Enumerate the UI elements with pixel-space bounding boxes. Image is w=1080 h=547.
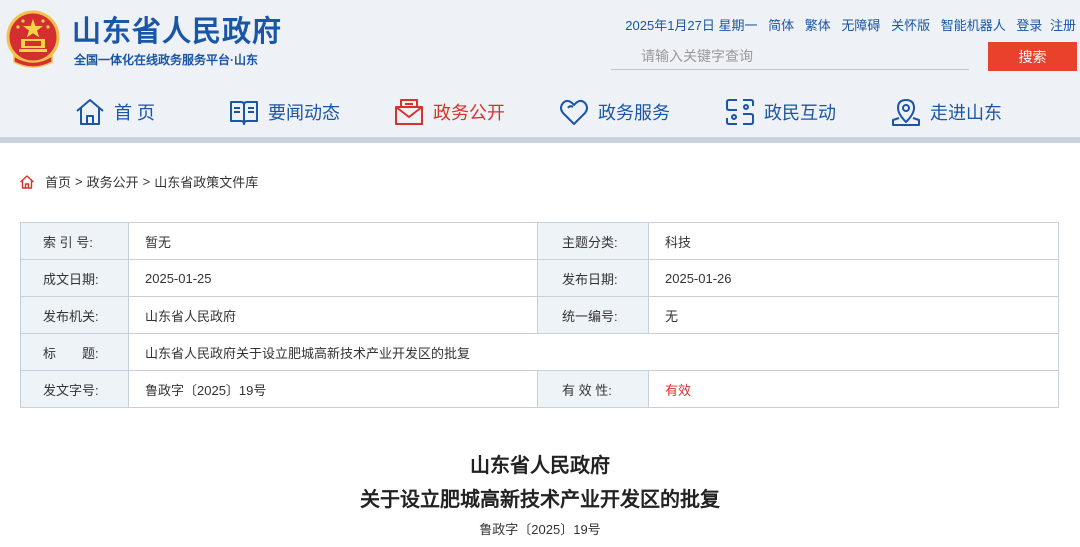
table-row: 成文日期: 2025-01-25 发布日期: 2025-01-26 — [20, 259, 1059, 297]
document-number: 鲁政字〔2025〕19号 — [479, 522, 601, 537]
topic-category-label: 主题分类: — [537, 222, 649, 260]
location-pin-icon — [892, 99, 920, 126]
national-emblem-icon — [6, 10, 60, 68]
site-subtitle[interactable]: 全国一体化在线政务服务平台·山东 — [74, 51, 258, 68]
document-title-line2: 关于设立肥城高新技术产业开发区的批复 — [360, 489, 720, 511]
search-input[interactable] — [611, 42, 969, 70]
elderly-care-mode-link[interactable]: 关怀版 — [891, 18, 930, 33]
nav-item-about-shandong[interactable]: 走进山东 — [890, 92, 1002, 132]
mailbox-icon — [395, 99, 423, 125]
created-date-label: 成文日期: — [20, 259, 129, 297]
title-label: 标 题: — [20, 333, 129, 371]
nav-label-interaction: 政民互动 — [764, 103, 836, 123]
nav-label-news: 要闻动态 — [268, 103, 340, 123]
simplified-chinese-link[interactable]: 简体 — [768, 18, 794, 33]
published-date-value: 2025-01-26 — [648, 259, 1059, 297]
breadcrumb-gov-affairs-link[interactable]: 政务公开 — [87, 172, 139, 191]
smart-robot-link[interactable]: 智能机器人 — [941, 18, 1006, 33]
book-icon — [230, 101, 258, 125]
search-button[interactable]: 搜索 — [988, 42, 1077, 71]
nav-label-gov-services: 政务服务 — [598, 103, 670, 123]
table-row: 索 引 号: 暂无 主题分类: 科技 — [20, 222, 1059, 260]
login-link[interactable]: 登录 — [1016, 18, 1042, 33]
serial-number-value: 无 — [648, 296, 1059, 334]
breadcrumb-home-link[interactable]: 首页 — [45, 172, 71, 191]
traditional-chinese-link[interactable]: 繁体 — [805, 18, 831, 33]
interaction-icon — [726, 99, 754, 125]
home-icon — [76, 99, 104, 125]
title-value: 山东省人民政府关于设立肥城高新技术产业开发区的批复 — [128, 333, 1059, 371]
index-number-value: 暂无 — [128, 222, 538, 260]
table-row: 标 题: 山东省人民政府关于设立肥城高新技术产业开发区的批复 — [20, 333, 1059, 371]
serial-number-label: 统一编号: — [537, 296, 649, 334]
validity-value: 有效 — [648, 370, 1059, 408]
published-date-label: 发布日期: — [537, 259, 649, 297]
document-number-label: 发文字号: — [20, 370, 129, 408]
nav-item-gov-affairs-open[interactable]: 政务公开 — [393, 92, 505, 132]
table-row: 发布机关: 山东省人民政府 统一编号: 无 — [20, 296, 1059, 334]
accessibility-link[interactable]: 无障碍 — [841, 18, 880, 33]
register-link[interactable]: 注册 — [1050, 18, 1076, 33]
nav-label-gov-affairs-open: 政务公开 — [433, 103, 505, 123]
breadcrumb-home-icon — [20, 174, 34, 189]
issuer-value: 山东省人民政府 — [128, 296, 538, 334]
main-nav: 首 页 要闻动态 政务公开 政务服务 政民互动 走进山东 — [0, 92, 1080, 132]
breadcrumb-policy-library-link[interactable]: 山东省政策文件库 — [154, 172, 258, 191]
breadcrumb: 首页 > 政务公开 > 山东省政策文件库 — [19, 172, 258, 191]
nav-item-news[interactable]: 要闻动态 — [228, 92, 340, 132]
breadcrumb-separator: > — [75, 174, 83, 189]
nav-item-interaction[interactable]: 政民互动 — [724, 92, 836, 132]
nav-item-gov-services[interactable]: 政务服务 — [558, 92, 670, 132]
created-date-value: 2025-01-25 — [128, 259, 538, 297]
nav-item-home[interactable]: 首 页 — [74, 92, 155, 132]
index-number-label: 索 引 号: — [20, 222, 129, 260]
table-row: 发文字号: 鲁政字〔2025〕19号 有 效 性: 有效 — [20, 370, 1059, 408]
site-title[interactable]: 山东省人民政府 — [72, 8, 282, 50]
document-number-value: 鲁政字〔2025〕19号 — [128, 370, 538, 408]
top-utility-bar: 2025年1月27日 星期一 简体 繁体 无障碍 关怀版 智能机器人 登录 注册 — [618, 15, 1076, 34]
document-title-line1: 山东省人民政府 — [470, 455, 610, 477]
nav-label-home: 首 页 — [114, 103, 156, 123]
header-divider — [0, 137, 1080, 143]
validity-label: 有 效 性: — [537, 370, 649, 408]
breadcrumb-separator: > — [142, 174, 151, 189]
nav-label-about-shandong: 走进山东 — [930, 103, 1002, 123]
document-metadata-table: 索 引 号: 暂无 主题分类: 科技 成文日期: 2025-01-25 发布日期… — [20, 222, 1059, 408]
issuer-label: 发布机关: — [20, 296, 129, 334]
topic-category-value: 科技 — [648, 222, 1059, 260]
heart-icon — [560, 99, 588, 125]
current-date: 2025年1月27日 星期一 — [625, 18, 758, 33]
